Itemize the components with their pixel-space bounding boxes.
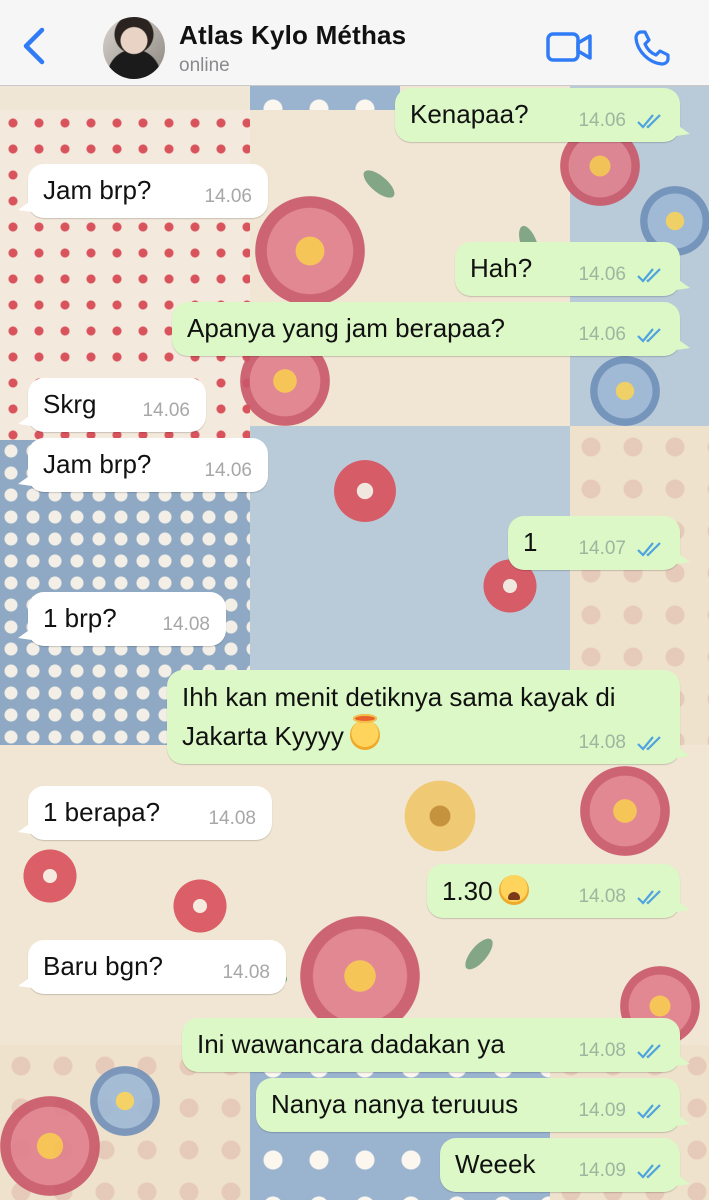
message-text: Baru bgn? [43, 951, 163, 981]
wallpaper-flower [20, 846, 80, 906]
message-text: Hah? [470, 253, 533, 283]
message-time: 14.08 [578, 732, 626, 753]
read-ticks-icon [637, 1044, 661, 1059]
message-text: Apanya yang jam berapaa? [187, 313, 506, 343]
outgoing-message[interactable]: Apanya yang jam berapaa? 14.06 [172, 302, 690, 356]
outgoing-message[interactable]: Weeek 14.09 [440, 1138, 690, 1192]
contact-status: online [179, 55, 230, 76]
message-text: Jam brp? [43, 449, 152, 479]
message-text: Skrg [43, 389, 97, 419]
wallpaper-flower [0, 1096, 100, 1196]
video-call-button[interactable] [545, 30, 593, 64]
voice-call-button[interactable] [632, 28, 672, 68]
wallpaper-flower [580, 766, 670, 856]
incoming-message[interactable]: 1 berapa? 14.08 [18, 786, 272, 840]
video-camera-icon [546, 32, 592, 62]
message-time: 14.06 [578, 324, 626, 345]
exploding-head-emoji [349, 714, 380, 750]
message-text: Weeek [455, 1149, 536, 1179]
read-ticks-icon [637, 736, 661, 751]
message-text-line2: Jakarta Kyyyy [182, 714, 380, 752]
wallpaper-flower [400, 776, 480, 856]
message-time: 14.08 [578, 886, 626, 907]
incoming-message[interactable]: Jam brp? 14.06 [18, 164, 268, 218]
message-text-line1: Ihh kan menit detiknya sama kayak di [182, 682, 616, 712]
message-time: 14.06 [204, 186, 252, 207]
message-time: 14.06 [204, 460, 252, 481]
chevron-left-icon [23, 27, 45, 65]
back-button[interactable] [18, 24, 54, 68]
outgoing-message[interactable]: Hah? 14.06 [455, 242, 690, 296]
incoming-message[interactable]: Baru bgn? 14.08 [18, 940, 286, 994]
message-text: Jam brp? [43, 175, 152, 205]
outgoing-message[interactable]: Ihh kan menit detiknya sama kayak di Jak… [167, 670, 690, 764]
wallpaper-flower [330, 456, 400, 526]
contact-avatar[interactable] [103, 17, 165, 79]
read-ticks-icon [637, 542, 661, 557]
message-time: 14.07 [578, 538, 626, 559]
message-time: 14.08 [162, 614, 210, 635]
read-ticks-icon [637, 890, 661, 905]
read-ticks-icon [637, 1104, 661, 1119]
message-text: 1 [523, 527, 538, 557]
chat-header: Atlas Kylo Méthas online [0, 0, 709, 86]
wallpaper-flower [590, 356, 660, 426]
read-ticks-icon [637, 268, 661, 283]
message-time: 14.08 [578, 1040, 626, 1061]
outgoing-message[interactable]: 1.30 14.08 [427, 864, 690, 918]
phone-icon [634, 30, 670, 66]
wallpaper-flower [90, 1066, 160, 1136]
outgoing-message[interactable]: Nanya nanya teruuus 14.09 [256, 1078, 690, 1132]
outgoing-message[interactable]: 1 14.07 [508, 516, 690, 570]
message-text: Kenapaa? [410, 99, 529, 129]
read-ticks-icon [637, 114, 661, 129]
read-ticks-icon [637, 328, 661, 343]
wallpaper-flower [170, 876, 230, 936]
message-time: 14.06 [578, 264, 626, 285]
read-ticks-icon [637, 1164, 661, 1179]
contact-name[interactable]: Atlas Kylo Méthas [179, 20, 406, 51]
message-time: 14.09 [578, 1160, 626, 1181]
message-time: 14.08 [222, 962, 270, 983]
weary-face-emoji [498, 875, 529, 905]
wallpaper-patch [250, 86, 400, 110]
message-text: 1.30 [442, 875, 529, 907]
message-time: 14.06 [578, 110, 626, 131]
incoming-message[interactable]: Jam brp? 14.06 [18, 438, 268, 492]
message-text: 1 berapa? [43, 797, 161, 827]
incoming-message[interactable]: 1 brp? 14.08 [18, 592, 226, 646]
message-time: 14.06 [142, 400, 190, 421]
wallpaper-flower [255, 196, 365, 306]
outgoing-message[interactable]: Ini wawancara dadakan ya 14.08 [182, 1018, 690, 1072]
message-time: 14.08 [208, 808, 256, 829]
message-text: 1 brp? [43, 603, 117, 633]
message-text: Nanya nanya teruuus [271, 1089, 519, 1119]
message-time: 14.09 [578, 1100, 626, 1121]
incoming-message[interactable]: Skrg 14.06 [18, 378, 206, 432]
outgoing-message[interactable]: Kenapaa? 14.06 [395, 88, 690, 142]
message-text: Ini wawancara dadakan ya [197, 1029, 505, 1059]
